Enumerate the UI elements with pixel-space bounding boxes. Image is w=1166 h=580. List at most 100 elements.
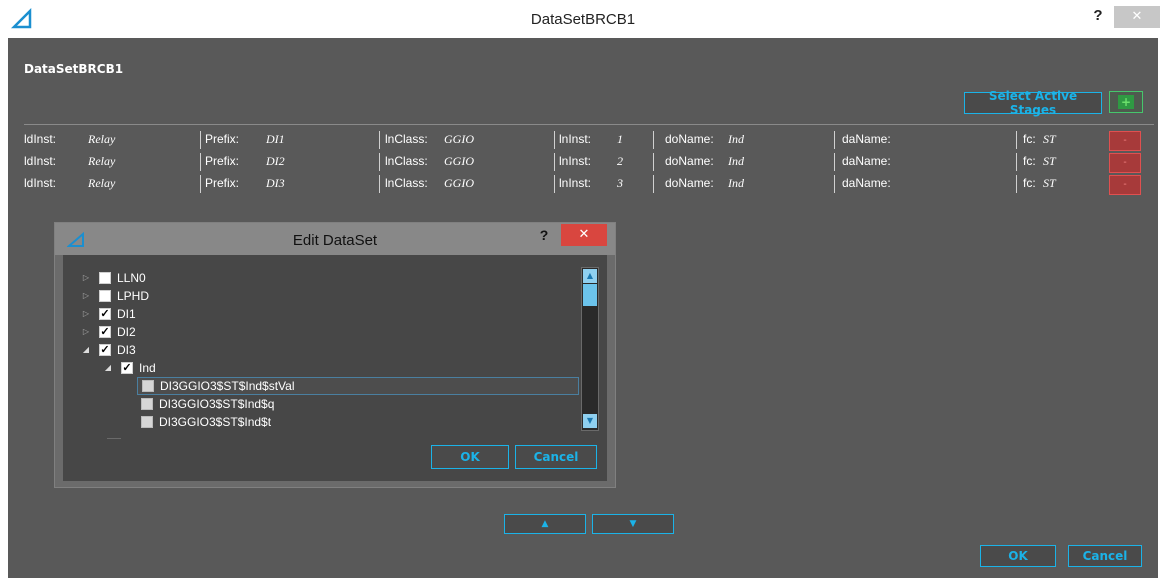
close-button[interactable]: ✕: [1114, 6, 1160, 28]
expand-closed-icon[interactable]: ▷: [81, 309, 91, 319]
column-divider: [554, 175, 555, 193]
dialog-cancel-button[interactable]: Cancel: [515, 445, 597, 469]
lnclass-value: GGIO: [444, 132, 474, 146]
tree-checkbox[interactable]: ✓: [121, 362, 133, 374]
dialog-ok-button[interactable]: OK: [431, 445, 509, 469]
column-divider: [1016, 153, 1017, 171]
prefix-label: Prefix:: [205, 154, 240, 168]
expand-closed-icon[interactable]: ▷: [81, 327, 91, 337]
lnclass-value: GGIO: [444, 154, 474, 168]
select-active-stages-button[interactable]: Select Active Stages: [964, 89, 1102, 117]
add-entry-button[interactable]: +: [1109, 91, 1143, 113]
window-title: DataSetBRCB1: [530, 11, 636, 28]
column-divider: [1016, 131, 1017, 149]
tree-item[interactable]: ◢ ✓ Ind: [103, 359, 156, 377]
expand-open-icon[interactable]: ◢: [103, 363, 113, 373]
page-title: DataSetBRCB1: [24, 62, 124, 76]
column-divider: [653, 153, 654, 171]
cancel-button[interactable]: Cancel: [1068, 545, 1142, 567]
ldinst-value: Relay: [88, 154, 116, 168]
tree-scrollbar[interactable]: ▲ ▼: [581, 267, 599, 431]
doname-value: Ind: [728, 154, 744, 168]
lnclass-label: lnClass:: [385, 132, 428, 146]
daname-label: daName:: [842, 154, 891, 168]
daname-label: daName:: [842, 176, 891, 190]
column-divider: [653, 131, 654, 149]
expand-closed-icon[interactable]: ▷: [81, 273, 91, 283]
lninst-value: 1: [617, 132, 623, 146]
divider: [107, 438, 121, 439]
tree-checkbox[interactable]: [99, 290, 111, 302]
fc-label: fc:: [1023, 132, 1036, 146]
lnclass-value: GGIO: [444, 176, 474, 190]
remove-row-button[interactable]: -: [1109, 175, 1141, 195]
tree-checkbox[interactable]: [99, 272, 111, 284]
lnclass-label: lnClass:: [385, 154, 428, 168]
dataset-row[interactable]: ldInst: Relay Prefix: DI1 lnClass: GGIO lnInst…: [8, 131, 1158, 151]
doname-label: doName:: [665, 154, 714, 168]
tree-checkbox[interactable]: [141, 398, 153, 410]
lninst-label: lnInst:: [559, 176, 592, 190]
tree-item[interactable]: DI3GGIO3$ST$Ind$q: [137, 395, 274, 413]
dialog-title: Edit DataSet: [292, 232, 378, 249]
prefix-label: Prefix:: [205, 176, 240, 190]
column-divider: [653, 175, 654, 193]
window-titlebar: DataSetBRCB1 ? ✕: [0, 0, 1166, 38]
lninst-value: 2: [617, 154, 623, 168]
remove-row-button[interactable]: -: [1109, 131, 1141, 151]
arrow-down-icon: ▼: [629, 519, 637, 529]
tree-checkbox[interactable]: ✓: [99, 326, 111, 338]
ldinst-label: ldInst:: [24, 132, 57, 146]
tree-item[interactable]: DI3GGIO3$ST$Ind$stVal: [137, 377, 579, 395]
column-divider: [554, 153, 555, 171]
dataset-row[interactable]: ldInst: Relay Prefix: DI2 lnClass: GGIO lnInst…: [8, 153, 1158, 173]
tree-item-label: LPHD: [117, 289, 150, 303]
tree-checkbox[interactable]: [141, 416, 153, 428]
tree-item[interactable]: ▷ LPHD: [81, 287, 149, 305]
ldinst-value: Relay: [88, 176, 116, 190]
dialog-close-button[interactable]: ✕: [561, 224, 607, 246]
column-divider: [200, 131, 201, 149]
lninst-label: lnInst:: [559, 132, 592, 146]
tree-item[interactable]: ▷ ✓ DI2: [81, 323, 136, 341]
move-down-button[interactable]: ▼: [592, 514, 674, 534]
tree-item[interactable]: ▷ LLN0: [81, 269, 146, 287]
doname-value: Ind: [728, 176, 744, 190]
tree-item[interactable]: DI3GGIO3$ST$Ind$t: [137, 413, 271, 431]
plus-icon: +: [1118, 95, 1134, 109]
tree-item-label: LLN0: [117, 271, 146, 285]
dialog-help-button[interactable]: ?: [537, 227, 551, 245]
scroll-thumb[interactable]: [583, 284, 597, 306]
help-button[interactable]: ?: [1087, 6, 1109, 26]
dialog-body: ▷ LLN0 ▷ LPHD ▷ ✓ DI1 ▷ ✓ DI2 ◢ ✓ DI3 ◢ ✓ Ind DI3GGIO3$S…: [63, 255, 607, 481]
doname-label: doName:: [665, 176, 714, 190]
tree-checkbox[interactable]: ✓: [99, 344, 111, 356]
scroll-up-icon[interactable]: ▲: [583, 269, 597, 283]
fc-label: fc:: [1023, 176, 1036, 190]
tree-checkbox[interactable]: ✓: [99, 308, 111, 320]
tree-item[interactable]: ▷ ✓ DI1: [81, 305, 136, 323]
tree-item-label: DI3GGIO3$ST$Ind$q: [159, 397, 275, 411]
doname-value: Ind: [728, 132, 744, 146]
fc-value: ST: [1043, 176, 1056, 190]
prefix-value: DI1: [266, 132, 285, 146]
expand-closed-icon[interactable]: ▷: [81, 291, 91, 301]
column-divider: [834, 131, 835, 149]
expand-open-icon[interactable]: ◢: [81, 345, 91, 355]
tree-item-label: DI2: [117, 325, 136, 339]
column-divider: [834, 153, 835, 171]
move-up-button[interactable]: ▲: [504, 514, 586, 534]
column-divider: [834, 175, 835, 193]
tree-item[interactable]: ◢ ✓ DI3: [81, 341, 136, 359]
tree-checkbox[interactable]: [142, 380, 154, 392]
ldinst-value: Relay: [88, 132, 116, 146]
dataset-row[interactable]: ldInst: Relay Prefix: DI3 lnClass: GGIO lnInst…: [8, 175, 1158, 195]
ok-button[interactable]: OK: [980, 545, 1056, 567]
tree-item-label: DI3: [117, 343, 136, 357]
ldinst-label: ldInst:: [24, 176, 57, 190]
divider: [24, 124, 1154, 125]
scroll-down-icon[interactable]: ▼: [583, 414, 597, 428]
remove-row-button[interactable]: -: [1109, 153, 1141, 173]
doname-label: doName:: [665, 132, 714, 146]
tree-item-label: Ind: [139, 361, 156, 375]
